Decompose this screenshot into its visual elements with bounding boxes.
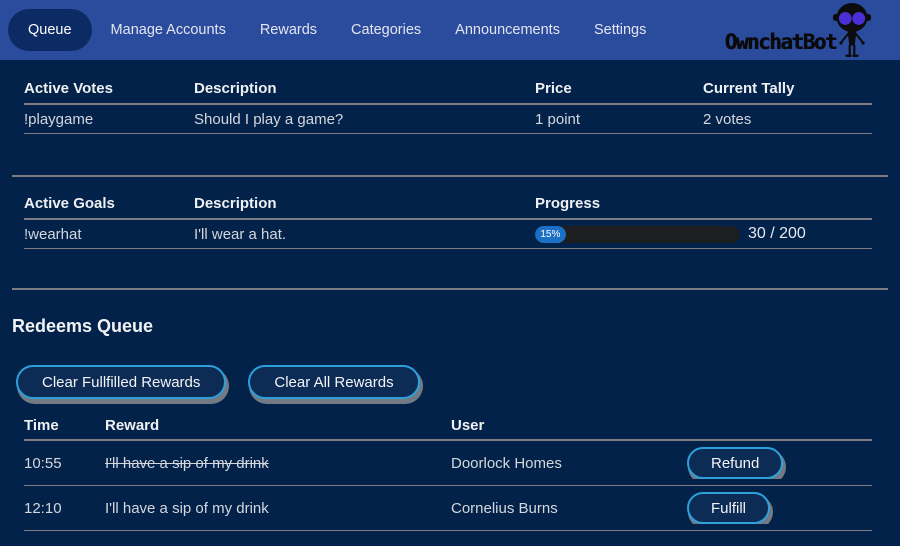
column-header-progress: Progress <box>535 195 872 212</box>
redeem-reward: I'll have a sip of my drink <box>105 500 451 517</box>
vote-tally: 2 votes <box>703 111 872 128</box>
redeem-reward: I'll have a sip of my drink <box>105 455 451 472</box>
column-header-price: Price <box>535 80 703 97</box>
column-header-active-goals: Active Goals <box>24 195 194 212</box>
top-navbar: Queue Manage Accounts Rewards Categories… <box>0 0 900 60</box>
app-logo: OwnchatBot <box>725 2 876 60</box>
table-row: !wearhat I'll wear a hat. 15% 30 / 200 <box>24 220 872 249</box>
vote-command: !playgame <box>24 111 194 128</box>
vote-description: Should I play a game? <box>194 111 535 128</box>
table-row: 10:55 I'll have a sip of my drink Doorlo… <box>24 441 872 486</box>
redeems-table: Time Reward User 10:55 I'll have a sip o… <box>24 411 872 531</box>
active-votes-header-row: Active Votes Description Price Current T… <box>24 74 872 105</box>
redeem-time: 10:55 <box>24 455 105 472</box>
clear-fulfilled-rewards-button[interactable]: Clear Fullfilled Rewards <box>16 365 226 399</box>
tab-rewards[interactable]: Rewards <box>243 9 334 51</box>
column-header-current-tally: Current Tally <box>703 80 872 97</box>
fulfill-button[interactable]: Fulfill <box>687 492 770 524</box>
column-header-reward: Reward <box>105 417 451 434</box>
tab-queue[interactable]: Queue <box>8 9 92 51</box>
table-row: 12:10 I'll have a sip of my drink Cornel… <box>24 486 872 531</box>
column-header-description: Description <box>194 195 535 212</box>
goal-command: !wearhat <box>24 226 194 243</box>
tab-announcements[interactable]: Announcements <box>438 9 577 51</box>
main-content: Active Votes Description Price Current T… <box>0 60 900 531</box>
redeems-queue-title: Redeems Queue <box>12 316 888 337</box>
goal-progress-cell: 15% 30 / 200 <box>535 225 872 243</box>
redeems-header-row: Time Reward User <box>24 411 872 441</box>
refund-button[interactable]: Refund <box>687 447 783 479</box>
robot-mascot-icon <box>828 2 876 60</box>
tab-settings[interactable]: Settings <box>577 9 663 51</box>
redeem-user: Doorlock Homes <box>451 455 687 472</box>
clear-all-rewards-button[interactable]: Clear All Rewards <box>248 365 419 399</box>
redeem-action-cell: Refund <box>687 447 872 479</box>
goal-description: I'll wear a hat. <box>194 226 535 243</box>
column-header-time: Time <box>24 417 105 434</box>
redeem-user: Cornelius Burns <box>451 500 687 517</box>
app-logo-text: OwnchatBot <box>725 30 836 60</box>
table-row: !playgame Should I play a game? 1 point … <box>24 105 872 134</box>
section-divider <box>12 288 888 290</box>
redeem-time: 12:10 <box>24 500 105 517</box>
tab-categories[interactable]: Categories <box>334 9 438 51</box>
column-header-description: Description <box>194 80 535 97</box>
vote-price: 1 point <box>535 111 703 128</box>
section-divider <box>12 175 888 177</box>
goal-progress-bar: 15% <box>535 226 740 243</box>
active-goals-table: Active Goals Description Progress !wearh… <box>24 189 872 249</box>
redeems-actions: Clear Fullfilled Rewards Clear All Rewar… <box>16 365 888 399</box>
column-header-active-votes: Active Votes <box>24 80 194 97</box>
goal-progress-fill: 15% <box>535 226 566 243</box>
column-header-user: User <box>451 417 687 434</box>
redeem-action-cell: Fulfill <box>687 492 872 524</box>
goal-progress-text: 30 / 200 <box>748 225 806 243</box>
tab-manage-accounts[interactable]: Manage Accounts <box>94 9 243 51</box>
active-goals-header-row: Active Goals Description Progress <box>24 189 872 220</box>
active-votes-table: Active Votes Description Price Current T… <box>24 74 872 134</box>
